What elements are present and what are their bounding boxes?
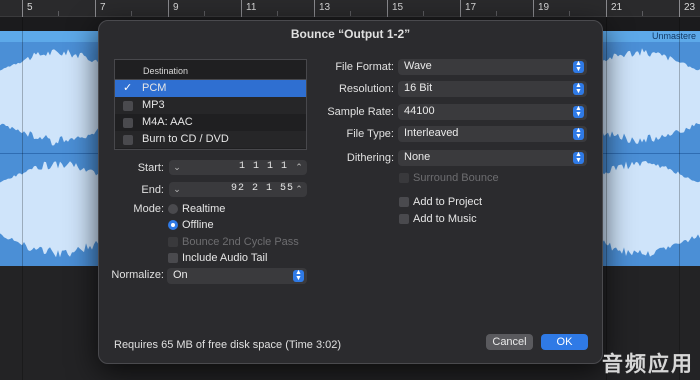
destination-item-mp3[interactable]: MP3 <box>115 97 306 114</box>
chevron-updown-icon: ▲ ▼ <box>573 151 584 164</box>
surround-bounce-checkbox[interactable] <box>399 173 409 183</box>
checkbox[interactable] <box>123 135 133 145</box>
file-type-label: File Type: <box>346 128 395 140</box>
timeline-ruler[interactable]: 5 7 9 11 13 15 17 19 21 23 <box>0 0 700 17</box>
destination-list: Destination ✓ PCM MP3 M4A: AAC Burn to C… <box>114 59 307 150</box>
ruler-tick: 17 <box>460 0 476 17</box>
chevron-updown-icon: ▲ ▼ <box>293 269 304 282</box>
ruler-tick: 7 <box>95 0 106 17</box>
add-to-music-checkbox[interactable] <box>399 214 409 224</box>
checkbox[interactable] <box>123 118 133 128</box>
file-format-label: File Format: <box>335 61 394 73</box>
ruler-tick: 23 <box>679 0 695 17</box>
dialog-title: Bounce “Output 1-2” <box>290 27 411 41</box>
checkbox[interactable] <box>123 101 133 111</box>
add-to-music-label: Add to Music <box>413 213 477 225</box>
chevron-down-icon[interactable]: ⌄ <box>171 160 183 175</box>
destination-item-burn-cd[interactable]: Burn to CD / DVD <box>115 131 306 148</box>
ruler-tick: 19 <box>533 0 549 17</box>
bounce-2nd-cycle-label: Bounce 2nd Cycle Pass <box>182 236 299 248</box>
surround-bounce-label: Surround Bounce <box>413 172 499 184</box>
region-name: Unmastere <box>651 31 696 41</box>
normalize-select[interactable]: On ▲ ▼ <box>167 268 307 284</box>
realtime-radio[interactable] <box>168 204 178 214</box>
include-audio-tail-label: Include Audio Tail <box>182 252 268 264</box>
add-to-project-checkbox[interactable] <box>399 197 409 207</box>
ruler-tick: 11 <box>241 0 256 17</box>
cancel-button[interactable]: Cancel <box>486 334 533 350</box>
ruler-tick: 13 <box>314 0 330 17</box>
resolution-select[interactable]: 16 Bit ▲ ▼ <box>398 81 587 97</box>
ruler-tick: 15 <box>387 0 403 17</box>
destination-header: Destination <box>115 60 306 80</box>
normalize-label: Normalize: <box>111 269 164 281</box>
logic-workspace: 5 7 9 11 13 15 17 19 21 23 Unmastere Bou… <box>0 0 700 380</box>
chevron-updown-icon: ▲ ▼ <box>573 60 584 73</box>
bounce-dialog: Bounce “Output 1-2” Destination ✓ PCM MP… <box>98 20 603 364</box>
chevron-updown-icon: ▲ ▼ <box>573 82 584 95</box>
end-position-field[interactable]: ⌄ 92 2 1 55 ⌃ <box>169 182 307 197</box>
offline-label: Offline <box>182 219 214 231</box>
ok-button[interactable]: OK <box>541 334 588 350</box>
sample-rate-select[interactable]: 44100 ▲ ▼ <box>398 104 587 120</box>
disk-space-info: Requires 65 MB of free disk space (Time … <box>114 339 342 351</box>
watermark: 音频应用 <box>602 352 694 376</box>
chevron-down-icon[interactable]: ⌄ <box>171 182 183 197</box>
start-label: Start: <box>137 162 164 174</box>
sample-rate-label: Sample Rate: <box>327 106 394 118</box>
offline-radio[interactable] <box>168 220 178 230</box>
include-audio-tail-checkbox[interactable] <box>168 253 178 263</box>
destination-item-pcm[interactable]: ✓ PCM <box>115 80 306 97</box>
resolution-label: Resolution: <box>338 83 394 95</box>
checkmark-icon[interactable]: ✓ <box>123 81 135 94</box>
chevron-updown-icon: ▲ ▼ <box>573 105 584 118</box>
add-to-project-label: Add to Project <box>413 196 483 208</box>
bounce-2nd-cycle-checkbox[interactable] <box>168 237 178 247</box>
destination-item-aac[interactable]: M4A: AAC <box>115 114 306 131</box>
start-position-field[interactable]: ⌄ 1 1 1 1 ⌃ <box>169 160 307 175</box>
mode-label: Mode: <box>133 203 164 215</box>
file-format-select[interactable]: Wave ▲ ▼ <box>398 59 587 75</box>
ruler-tick: 5 <box>22 0 33 17</box>
chevron-up-icon[interactable]: ⌃ <box>293 160 305 175</box>
file-type-select[interactable]: Interleaved ▲ ▼ <box>398 126 587 142</box>
end-label: End: <box>141 184 164 196</box>
ruler-tick: 21 <box>606 0 622 17</box>
realtime-label: Realtime <box>182 203 226 215</box>
dithering-label: Dithering: <box>346 152 394 164</box>
chevron-up-icon[interactable]: ⌃ <box>293 182 305 197</box>
ruler-tick: 9 <box>168 0 179 17</box>
dithering-select[interactable]: None ▲ ▼ <box>398 150 587 166</box>
chevron-updown-icon: ▲ ▼ <box>573 127 584 140</box>
